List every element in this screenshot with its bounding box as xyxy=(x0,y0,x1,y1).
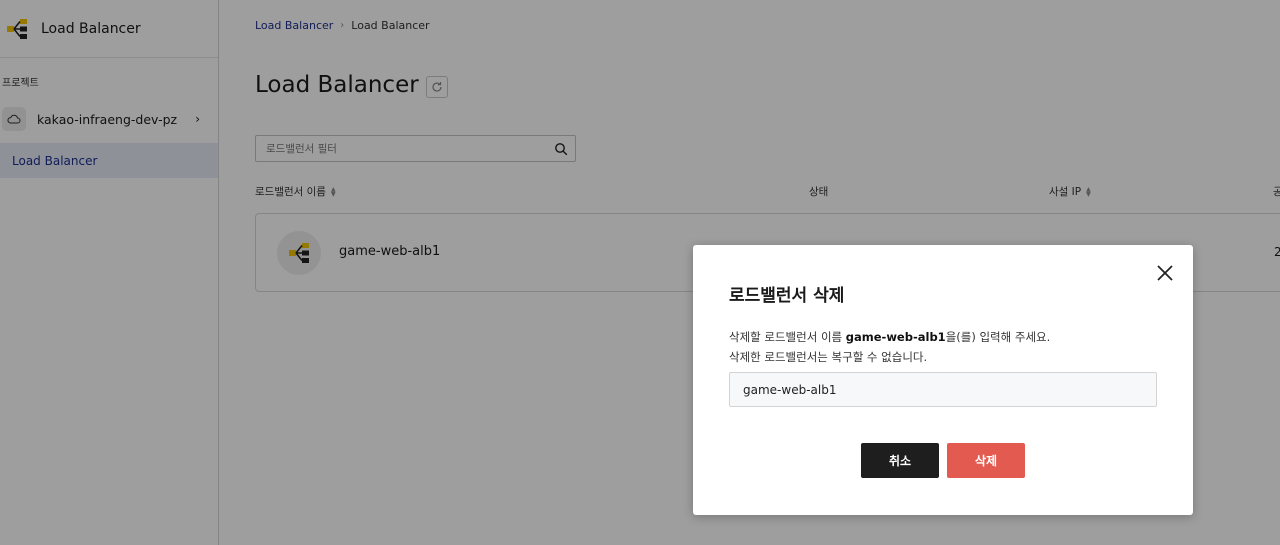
confirm-name-input[interactable] xyxy=(729,372,1157,407)
desc-name: game-web-alb1 xyxy=(845,330,946,344)
modal-description-line2: 삭제한 로드밸런서는 복구할 수 없습니다. xyxy=(729,350,928,364)
cancel-button[interactable]: 취소 xyxy=(861,443,939,478)
modal-description-line1: 삭제할 로드밸런서 이름 game-web-alb1을(를) 입력해 주세요. xyxy=(729,327,1050,347)
delete-modal: 로드밸런서 삭제 삭제할 로드밸런서 이름 game-web-alb1을(를) … xyxy=(693,245,1193,515)
delete-button[interactable]: 삭제 xyxy=(947,443,1025,478)
modal-description: 삭제할 로드밸런서 이름 game-web-alb1을(를) 입력해 주세요. … xyxy=(729,327,1050,367)
modal-title: 로드밸런서 삭제 xyxy=(729,286,845,306)
close-icon[interactable] xyxy=(1155,263,1175,283)
desc-prefix: 삭제할 로드밸런서 이름 xyxy=(729,330,846,344)
desc-suffix: 을(를) 입력해 주세요. xyxy=(945,330,1051,344)
